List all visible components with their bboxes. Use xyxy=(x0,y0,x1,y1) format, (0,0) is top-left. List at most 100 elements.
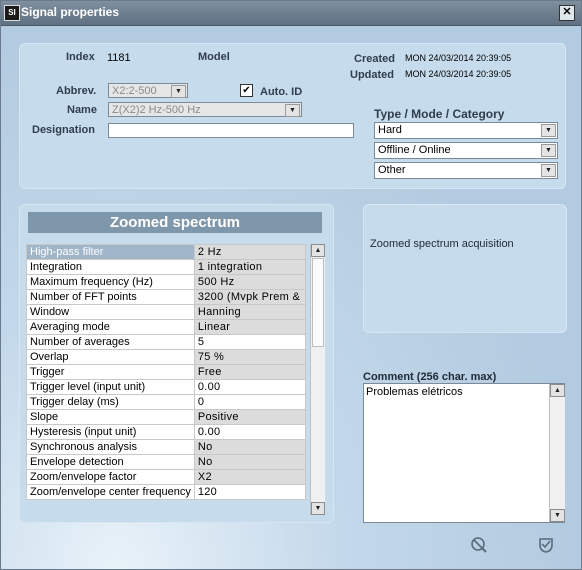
grid-row-value[interactable]: Hanning xyxy=(193,304,307,320)
grid-row-name: Trigger level (input unit) xyxy=(26,379,195,395)
grid-row[interactable]: Slope Positive xyxy=(26,409,307,425)
grid-row-name: Window xyxy=(26,304,195,320)
grid-row[interactable]: Envelope detection No xyxy=(26,454,307,470)
grid-row-value[interactable]: X2 xyxy=(193,469,307,485)
grid-row[interactable]: Trigger level (input unit) 0.00 xyxy=(26,379,307,395)
signal-properties-window: SI Signal properties ✕ Index 1181 Model … xyxy=(0,0,582,570)
grid-row-name: Zoom/envelope center frequency xyxy=(26,484,195,500)
comment-value: Problemas elétricos xyxy=(366,386,463,398)
grid-row-name: Trigger delay (ms) xyxy=(26,394,195,410)
grid-row-value[interactable]: 500 Hz xyxy=(193,274,307,290)
grid-row-name: Slope xyxy=(26,409,195,425)
grid-row[interactable]: Maximum frequency (Hz) 500 Hz xyxy=(26,274,307,290)
scroll-up-icon[interactable]: ▲ xyxy=(311,244,325,257)
window-title: Signal properties xyxy=(21,5,120,19)
grid-row-value[interactable]: 0.00 xyxy=(193,379,307,395)
grid-row-name: Zoom/envelope factor xyxy=(26,469,195,485)
cancel-icon[interactable] xyxy=(470,536,488,554)
grid-row-value[interactable]: No xyxy=(193,454,307,470)
grid-row[interactable]: Zoom/envelope center frequency 120 xyxy=(26,484,307,500)
grid-row-value[interactable]: 1 integration xyxy=(193,259,307,275)
grid-row-name: Averaging mode xyxy=(26,319,195,335)
comment-scrollbar[interactable]: ▲ ▼ xyxy=(549,384,565,522)
grid-row-value[interactable]: 0 xyxy=(193,394,307,410)
scroll-down-icon[interactable]: ▼ xyxy=(550,509,565,522)
grid-row-value[interactable]: 75 % xyxy=(193,349,307,365)
info-panel: Zoomed spectrum acquisition xyxy=(363,204,567,333)
index-value: 1181 xyxy=(107,52,131,64)
grid-row-value[interactable]: 2 Hz xyxy=(193,244,307,260)
category-value: Other xyxy=(378,164,406,176)
grid-row-name: Trigger xyxy=(26,364,195,380)
grid-scrollbar[interactable]: ▲ ▼ xyxy=(310,244,325,515)
model-label: Model xyxy=(198,51,230,63)
mode-select[interactable]: Offline / Online ▼ xyxy=(374,142,558,159)
scroll-up-icon[interactable]: ▲ xyxy=(550,384,565,397)
index-label: Index xyxy=(66,51,95,63)
grid-row-name: Maximum frequency (Hz) xyxy=(26,274,195,290)
name-label: Name xyxy=(67,104,97,116)
grid-row[interactable]: Integration 1 integration xyxy=(26,259,307,275)
spectrum-panel: Zoomed spectrum High-pass filter 2 Hz Inte… xyxy=(19,204,334,523)
grid-row-value[interactable]: Positive xyxy=(193,409,307,425)
grid-row[interactable]: Window Hanning xyxy=(26,304,307,320)
designation-input[interactable] xyxy=(108,123,354,138)
updated-value: MON 24/03/2014 20:39:05 xyxy=(405,69,512,79)
grid-row-name: Number of FFT points xyxy=(26,289,195,305)
scroll-down-icon[interactable]: ▼ xyxy=(311,502,325,515)
info-description: Zoomed spectrum acquisition xyxy=(370,238,514,250)
chevron-down-icon: ▼ xyxy=(541,164,556,177)
mode-value: Offline / Online xyxy=(378,144,451,156)
type-mode-category-label: Type / Mode / Category xyxy=(374,107,505,121)
type-select[interactable]: Hard ▼ xyxy=(374,122,558,139)
comment-textarea[interactable]: Problemas elétricos ▲ ▼ xyxy=(363,383,565,523)
grid-row[interactable]: Hysteresis (input unit) 0.00 xyxy=(26,424,307,440)
grid-row-value[interactable]: Free xyxy=(193,364,307,380)
grid-row[interactable]: Overlap 75 % xyxy=(26,349,307,365)
comment-label: Comment (256 char. max) xyxy=(363,371,497,383)
scroll-thumb[interactable] xyxy=(312,258,324,347)
updated-label: Updated xyxy=(350,69,394,81)
auto-id-checkbox[interactable]: ✔ xyxy=(240,84,253,97)
close-button[interactable]: ✕ xyxy=(559,5,575,21)
chevron-down-icon: ▼ xyxy=(285,104,300,117)
name-select: Z(X2)2 Hz-500 Hz ▼ xyxy=(108,102,302,117)
category-select[interactable]: Other ▼ xyxy=(374,162,558,179)
grid-row[interactable]: High-pass filter 2 Hz xyxy=(26,244,307,260)
grid-row-name: Hysteresis (input unit) xyxy=(26,424,195,440)
grid-row-value[interactable]: 120 xyxy=(193,484,307,500)
abbrev-label: Abbrev. xyxy=(56,85,97,97)
abbrev-value: X2:2-500 xyxy=(112,85,157,97)
grid-row-name: Integration xyxy=(26,259,195,275)
grid-row[interactable]: Averaging mode Linear xyxy=(26,319,307,335)
grid-row-name: Overlap xyxy=(26,349,195,365)
grid-row-name: Synchronous analysis xyxy=(26,439,195,455)
grid-row[interactable]: Number of FFT points 3200 (Mvpk Prem & xyxy=(26,289,307,305)
grid-row[interactable]: Zoom/envelope factor X2 xyxy=(26,469,307,485)
header-panel: Index 1181 Model Created MON 24/03/2014 … xyxy=(19,43,566,189)
grid-row-name: Number of averages xyxy=(26,334,195,350)
grid-row[interactable]: Number of averages 5 xyxy=(26,334,307,350)
grid-row-name: Envelope detection xyxy=(26,454,195,470)
grid-row-value[interactable]: 3200 (Mvpk Prem & xyxy=(193,289,307,305)
created-value: MON 24/03/2014 20:39:05 xyxy=(405,53,512,63)
type-value: Hard xyxy=(378,124,402,136)
grid-row[interactable]: Trigger Free xyxy=(26,364,307,380)
created-label: Created xyxy=(354,53,395,65)
spectrum-title: Zoomed spectrum xyxy=(28,212,322,233)
grid-row-value[interactable]: Linear xyxy=(193,319,307,335)
grid-row-value[interactable]: 0.00 xyxy=(193,424,307,440)
name-value: Z(X2)2 Hz-500 Hz xyxy=(112,104,201,116)
designation-label: Designation xyxy=(32,124,95,136)
grid-row[interactable]: Synchronous analysis No xyxy=(26,439,307,455)
ok-icon[interactable] xyxy=(537,536,555,554)
grid-row-value[interactable]: No xyxy=(193,439,307,455)
chevron-down-icon: ▼ xyxy=(541,124,556,137)
title-bar: SI Signal properties ✕ xyxy=(1,1,581,26)
grid-row-value[interactable]: 5 xyxy=(193,334,307,350)
grid-row-name: High-pass filter xyxy=(26,244,195,260)
grid-row[interactable]: Trigger delay (ms) 0 xyxy=(26,394,307,410)
app-logo-icon: SI xyxy=(4,5,20,21)
abbrev-select: X2:2-500 ▼ xyxy=(108,83,188,98)
dialog-body: Index 1181 Model Created MON 24/03/2014 … xyxy=(1,26,581,569)
